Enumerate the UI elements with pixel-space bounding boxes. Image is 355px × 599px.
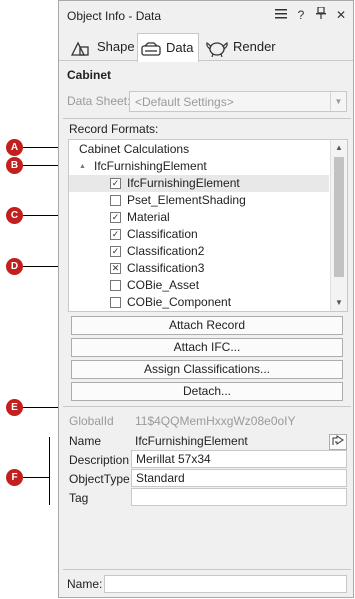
- object-type-field[interactable]: Standard: [131, 469, 347, 487]
- edit-name-button[interactable]: [329, 434, 347, 450]
- chevron-down-icon: ▼: [330, 92, 346, 111]
- name-label: Name: [69, 434, 102, 448]
- scroll-thumb[interactable]: [334, 157, 344, 277]
- footer-name-label: Name:: [67, 577, 103, 591]
- tab-data[interactable]: Data: [137, 33, 199, 62]
- data-icon: [141, 40, 161, 68]
- render-icon: [205, 39, 229, 67]
- title-bar: Object Info - Data ? ✕: [59, 1, 353, 31]
- checkbox-checked[interactable]: ✓: [110, 246, 121, 257]
- footer-name-input[interactable]: [104, 575, 347, 593]
- checkbox-unchecked[interactable]: [110, 297, 121, 308]
- checkbox-crossed[interactable]: ✕: [110, 263, 121, 274]
- scroll-down-icon[interactable]: ▼: [331, 295, 347, 311]
- checkbox-checked[interactable]: ✓: [110, 178, 121, 189]
- name-value: IfcFurnishingElement: [135, 434, 248, 448]
- assign-classifications-button[interactable]: Assign Classifications...: [71, 360, 343, 379]
- data-sheet-select[interactable]: <Default Settings> ▼: [129, 91, 347, 112]
- list-item[interactable]: ✓ Classification2: [69, 243, 329, 260]
- tab-shape[interactable]: Shape: [67, 33, 135, 61]
- callout-f-bracket: [49, 437, 50, 505]
- tag-field[interactable]: [131, 488, 347, 506]
- callout-b: B: [6, 157, 23, 174]
- divider: [63, 118, 351, 119]
- tab-render[interactable]: Render: [205, 33, 279, 61]
- list-item[interactable]: ✕ Classification3: [69, 260, 329, 277]
- object-info-panel: Object Info - Data ? ✕ Shape Data Render…: [58, 0, 354, 598]
- divider: [63, 569, 351, 570]
- callout-d: D: [6, 258, 23, 275]
- list-item[interactable]: ✓ IfcFurnishingElement: [69, 175, 329, 192]
- tag-label: Tag: [69, 491, 89, 505]
- list-item[interactable]: ▲ IfcFurnishingElement: [69, 158, 329, 175]
- globalid-value: 11$4QQMemHxxgWz08e0oIY: [135, 414, 296, 428]
- attach-ifc-button[interactable]: Attach IFC...: [71, 338, 343, 357]
- checkbox-unchecked[interactable]: [110, 195, 121, 206]
- data-sheet-value: <Default Settings>: [135, 95, 234, 109]
- callout-e: E: [6, 399, 23, 416]
- divider: [63, 406, 351, 407]
- window-title: Object Info - Data: [67, 9, 162, 23]
- callout-e-leader: [23, 407, 61, 408]
- tab-shape-label: Shape: [97, 39, 135, 54]
- list-item[interactable]: COBie_Component: [69, 294, 329, 311]
- data-sheet-label: Data Sheet:: [67, 94, 131, 108]
- pin-icon[interactable]: [313, 6, 329, 23]
- list-item[interactable]: ✓ Material: [69, 209, 329, 226]
- callout-f: F: [6, 469, 23, 486]
- scroll-up-icon[interactable]: ▲: [331, 140, 347, 156]
- list-item[interactable]: COBie_Asset: [69, 277, 329, 294]
- object-name-heading: Cabinet: [67, 68, 112, 82]
- checkbox-checked[interactable]: ✓: [110, 212, 121, 223]
- callout-a: A: [6, 139, 23, 156]
- list-item[interactable]: Cabinet Calculations: [69, 141, 329, 158]
- checkbox-unchecked[interactable]: [110, 280, 121, 291]
- callout-b-leader: [23, 165, 59, 166]
- description-field[interactable]: Merillat 57x34: [131, 450, 347, 468]
- tab-data-label: Data: [166, 40, 194, 55]
- attach-record-button[interactable]: Attach Record: [71, 316, 343, 335]
- description-label: Description: [69, 453, 130, 467]
- tab-render-label: Render: [233, 39, 276, 54]
- tab-bar: Shape Data Render: [59, 31, 353, 62]
- checkbox-checked[interactable]: ✓: [110, 229, 121, 240]
- list-scrollbar[interactable]: ▲ ▼: [330, 140, 347, 311]
- hamburger-menu-icon[interactable]: [273, 7, 289, 23]
- shape-icon: [70, 39, 90, 67]
- close-button[interactable]: ✕: [333, 7, 349, 23]
- list-item[interactable]: ✓ Classification: [69, 226, 329, 243]
- expand-toggle-icon[interactable]: ▲: [79, 158, 86, 175]
- globalid-label: GlobalId: [69, 414, 114, 428]
- object-type-label: ObjectType: [69, 472, 130, 486]
- record-formats-label: Record Formats:: [69, 122, 159, 136]
- callout-c: C: [6, 207, 23, 224]
- callout-f-leader: [23, 477, 49, 478]
- detach-button[interactable]: Detach...: [71, 382, 343, 401]
- help-button[interactable]: ?: [293, 7, 309, 23]
- list-item[interactable]: Pset_ElementShading: [69, 192, 329, 209]
- callout-a-leader: [23, 147, 59, 148]
- record-formats-list[interactable]: Cabinet Calculations ▲ IfcFurnishingElem…: [68, 139, 348, 312]
